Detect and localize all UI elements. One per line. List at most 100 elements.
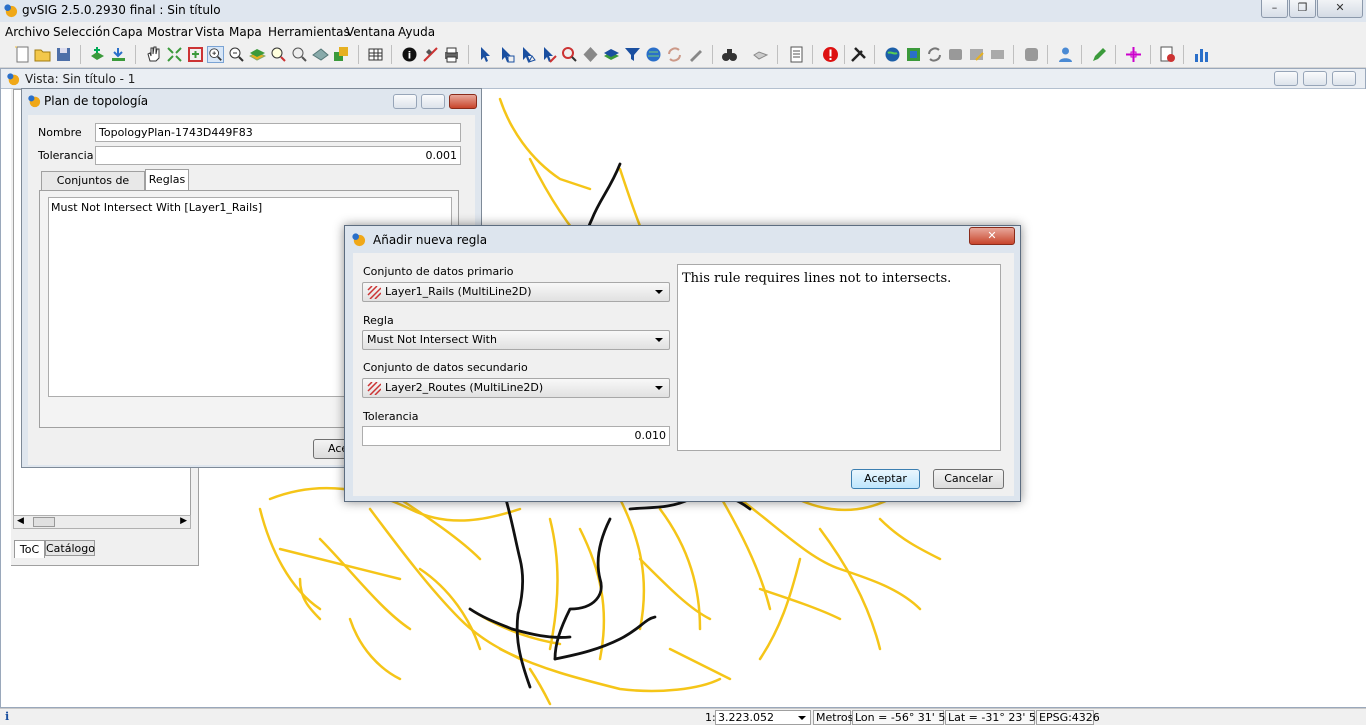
info-icon[interactable]: i (401, 46, 418, 63)
locator-icon[interactable] (333, 46, 350, 63)
measure-area-icon[interactable] (422, 46, 439, 63)
select-by-circle-icon[interactable] (561, 46, 578, 63)
accept-button[interactable]: Aceptar (851, 469, 920, 489)
save-icon[interactable] (55, 46, 72, 63)
bar-chart-icon[interactable] (1193, 46, 1210, 63)
view-close-button[interactable] (1332, 71, 1356, 86)
scroll-right-icon[interactable]: ▶ (180, 516, 187, 526)
edit-pencil-icon[interactable] (1091, 46, 1108, 63)
route-line (528, 667, 552, 706)
select-pointer-icon[interactable] (477, 46, 494, 63)
menu-ayuda[interactable]: Ayuda (398, 25, 435, 39)
print-layout-icon[interactable] (443, 46, 460, 63)
menu-mostrar[interactable]: Mostrar (147, 25, 193, 39)
zoom-select-icon[interactable] (291, 46, 308, 63)
tab-toc[interactable]: ToC (14, 540, 45, 558)
edit-table-icon[interactable] (968, 46, 985, 63)
menu-capa[interactable]: Capa (112, 25, 143, 39)
export-layer-icon[interactable] (110, 46, 127, 63)
topology-maximize-button[interactable] (421, 94, 445, 109)
globe-icon[interactable] (884, 46, 901, 63)
tools-icon[interactable] (850, 46, 867, 63)
svg-text:i: i (408, 51, 411, 62)
rule-description: This rule requires lines not to intersec… (677, 264, 1001, 451)
filter-icon[interactable] (624, 46, 641, 63)
cancel-button[interactable]: Cancelar (933, 469, 1004, 489)
globe-select-icon[interactable] (645, 46, 662, 63)
binoculars-icon[interactable] (721, 46, 738, 63)
message-icon[interactable] (989, 46, 1006, 63)
invert-selection-icon[interactable] (666, 46, 683, 63)
menu-archivo[interactable]: Archivo (5, 25, 50, 39)
add-rule-close-button[interactable]: ✕ (969, 227, 1015, 245)
user-icon[interactable] (1057, 46, 1074, 63)
primary-dataset-select[interactable]: Layer1_Rails (MultiLine2D) (362, 282, 670, 302)
zoom-full-icon[interactable] (187, 46, 204, 63)
zoom-extent-icon[interactable] (166, 46, 183, 63)
scale-select[interactable]: 3.223.052 (715, 710, 811, 725)
topology-close-button[interactable] (449, 94, 477, 109)
rule-item[interactable]: Must Not Intersect With [Layer1_Rails] (51, 201, 262, 214)
chevron-down-icon (798, 716, 806, 720)
select-by-line-icon[interactable] (540, 46, 557, 63)
view-restore-button[interactable] (1303, 71, 1327, 86)
zoom-layer-icon[interactable] (270, 46, 287, 63)
rule-select[interactable]: Must Not Intersect With (362, 330, 670, 350)
rule-label: Regla (363, 314, 394, 327)
sync-icon[interactable] (926, 46, 943, 63)
menu-ventana[interactable]: Ventana (346, 25, 395, 39)
table-grid-icon[interactable] (367, 46, 384, 63)
pan-hand-icon[interactable] (145, 46, 162, 63)
route-line (398, 497, 482, 561)
select-by-polygon-icon[interactable] (519, 46, 536, 63)
menu-bar: Archivo Selección Capa Mostrar Vista Map… (0, 22, 1366, 42)
layers-icon[interactable] (249, 46, 266, 63)
zoom-out-icon[interactable] (228, 46, 245, 63)
error-alert-icon[interactable] (822, 46, 839, 63)
zoom-in-icon[interactable] (207, 46, 224, 63)
georeference-icon[interactable] (752, 46, 769, 63)
database-icon[interactable] (947, 46, 964, 63)
plugin-icon[interactable] (1023, 46, 1040, 63)
minimize-window-button[interactable]: – (1261, 0, 1288, 18)
toolbar-separator (1115, 45, 1116, 64)
topology-minimize-button[interactable] (393, 94, 417, 109)
rule-tolerance-field[interactable]: 0.010 (362, 426, 670, 446)
raster-icon[interactable] (905, 46, 922, 63)
zoom-previous-icon[interactable] (312, 46, 329, 63)
tab-reglas[interactable]: Reglas (145, 169, 189, 191)
secondary-dataset-select[interactable]: Layer2_Routes (MultiLine2D) (362, 378, 670, 398)
menu-mapa[interactable]: Mapa (229, 25, 262, 39)
maximize-window-button[interactable]: ❐ (1289, 0, 1316, 18)
tolerance-field[interactable]: 0.001 (95, 146, 461, 165)
add-layer-icon[interactable] (89, 46, 106, 63)
gvsig-logo-icon (28, 95, 41, 108)
clear-selection-icon[interactable] (687, 46, 704, 63)
document-settings-icon[interactable] (1159, 46, 1176, 63)
tab-conjuntos-de-datos[interactable]: Conjuntos de datos (41, 171, 145, 204)
toolbar-separator (391, 45, 392, 64)
toolbar-separator (712, 45, 713, 64)
name-field[interactable]: TopologyPlan-1743D449F83 (95, 123, 461, 142)
toc-horizontal-scrollbar[interactable]: ◀ ▶ (13, 515, 191, 529)
select-layers-icon[interactable] (603, 46, 620, 63)
chevron-down-icon (655, 386, 663, 390)
tab-catalogo[interactable]: Catálogo (45, 540, 95, 556)
menu-vista[interactable]: Vista (195, 25, 225, 39)
select-by-rectangle-icon[interactable] (498, 46, 515, 63)
route-line (278, 547, 402, 581)
new-document-icon[interactable] (14, 46, 31, 63)
close-window-button[interactable]: ✕ (1317, 0, 1363, 18)
crosshair-icon[interactable] (1125, 46, 1142, 63)
route-line (548, 517, 559, 651)
scroll-thumb[interactable] (33, 517, 55, 527)
menu-herramientas[interactable]: Herramientas (268, 25, 350, 39)
report-icon[interactable] (788, 46, 805, 63)
add-rule-title: Añadir nueva regla (373, 233, 488, 247)
open-folder-icon[interactable] (34, 46, 51, 63)
menu-seleccion[interactable]: Selección (53, 25, 110, 39)
view-minimize-button[interactable] (1274, 71, 1298, 86)
scroll-left-icon[interactable]: ◀ (17, 516, 24, 526)
select-by-area-icon[interactable] (582, 46, 599, 63)
topology-plan-title-bar: Plan de topología (22, 89, 481, 113)
